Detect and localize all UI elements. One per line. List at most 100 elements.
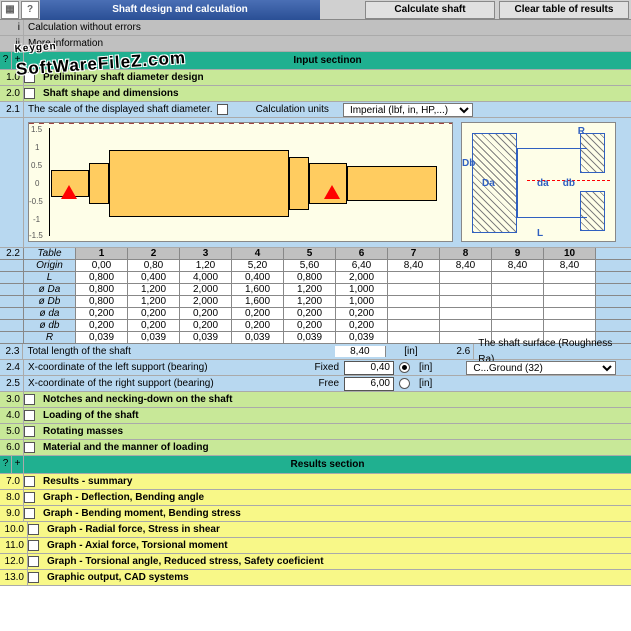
table-cell[interactable] (440, 320, 492, 331)
help-icon[interactable]: ? (21, 1, 39, 19)
table-cell[interactable]: 0,800 (284, 272, 336, 283)
row-4.0[interactable]: 4.0Loading of the shaft (0, 408, 631, 424)
table-cell[interactable]: 1,200 (284, 284, 336, 295)
table-cell[interactable]: 2,000 (180, 284, 232, 295)
table-cell[interactable]: 5,60 (284, 260, 336, 271)
table-cell[interactable]: 8,40 (544, 260, 596, 271)
row-8.0[interactable]: 8.0Graph - Deflection, Bending angle (0, 490, 631, 506)
table-cell[interactable]: 8,40 (388, 260, 440, 271)
table-cell[interactable]: 0,400 (232, 272, 284, 283)
table-cell[interactable] (388, 284, 440, 295)
table-cell[interactable]: 0,200 (76, 308, 128, 319)
table-cell[interactable] (388, 272, 440, 283)
table-row-label: ø Da (24, 284, 76, 295)
table-cell[interactable] (544, 284, 596, 295)
table-col-header: 3 (180, 248, 232, 259)
row-2.0[interactable]: 2.0 Shaft shape and dimensions (0, 86, 631, 102)
row-3.0[interactable]: 3.0Notches and necking-down on the shaft (0, 392, 631, 408)
table-col-header: 1 (76, 248, 128, 259)
table-cell[interactable]: 8,40 (440, 260, 492, 271)
table-cell[interactable] (388, 332, 440, 343)
table-cell[interactable]: 0,039 (284, 332, 336, 343)
table-cell[interactable]: 1,000 (336, 296, 388, 307)
table-cell[interactable] (440, 272, 492, 283)
checkbox-scale[interactable] (217, 104, 228, 115)
table-cell[interactable] (492, 284, 544, 295)
row-13.0[interactable]: 13.0Graphic output, CAD systems (0, 570, 631, 586)
table-cell[interactable] (492, 296, 544, 307)
table-cell[interactable]: 0,200 (284, 308, 336, 319)
table-cell[interactable]: 1,000 (336, 284, 388, 295)
table-cell[interactable]: 2,000 (180, 296, 232, 307)
table-cell[interactable]: 0,800 (76, 296, 128, 307)
table-cell[interactable] (440, 308, 492, 319)
table-cell[interactable]: 1,20 (180, 260, 232, 271)
table-cell[interactable] (492, 320, 544, 331)
table-cell[interactable] (492, 308, 544, 319)
table-cell[interactable] (440, 284, 492, 295)
table-cell[interactable]: 0,200 (76, 320, 128, 331)
table-cell[interactable] (388, 296, 440, 307)
clear-button[interactable]: Clear table of results (499, 1, 629, 19)
radio-fixed[interactable] (399, 362, 410, 373)
row-9.0[interactable]: 9.0Graph - Bending moment, Bending stres… (0, 506, 631, 522)
table-cell[interactable] (492, 272, 544, 283)
table-cell[interactable]: 0,200 (180, 308, 232, 319)
table-cell[interactable]: 0,200 (336, 320, 388, 331)
table-cell[interactable]: 1,600 (232, 284, 284, 295)
row-6.0[interactable]: 6.0Material and the manner of loading (0, 440, 631, 456)
table-cell[interactable]: 1,200 (128, 296, 180, 307)
table-col-header: 10 (544, 248, 596, 259)
table-cell[interactable]: 5,20 (232, 260, 284, 271)
table-cell[interactable] (388, 320, 440, 331)
table-cell[interactable] (544, 272, 596, 283)
table-cell[interactable]: 6,40 (336, 260, 388, 271)
table-cell[interactable]: 1,200 (284, 296, 336, 307)
units-select[interactable]: Imperial (lbf, in, HP,...) (343, 103, 473, 117)
row-2.1: 2.1 The scale of the displayed shaft dia… (0, 102, 631, 118)
table-cell[interactable]: 0,200 (180, 320, 232, 331)
row-10.0[interactable]: 10.0Graph - Radial force, Stress in shea… (0, 522, 631, 538)
table-cell[interactable] (440, 296, 492, 307)
table-col-header: 7 (388, 248, 440, 259)
table-cell[interactable]: 0,200 (128, 320, 180, 331)
table-cell[interactable]: 0,80 (128, 260, 180, 271)
table-cell[interactable]: 8,40 (492, 260, 544, 271)
table-cell[interactable]: 0,039 (76, 332, 128, 343)
table-cell[interactable]: 0,200 (232, 308, 284, 319)
left-support-input[interactable] (344, 361, 394, 375)
table-cell[interactable]: 0,200 (336, 308, 388, 319)
table-cell[interactable]: 1,200 (128, 284, 180, 295)
row-5.0[interactable]: 5.0Rotating masses (0, 424, 631, 440)
row-12.0[interactable]: 12.0Graph - Torsional angle, Reduced str… (0, 554, 631, 570)
row-7.0[interactable]: 7.0Results - summary (0, 474, 631, 490)
surface-select[interactable]: C...Ground (32) (466, 361, 616, 375)
table-cell[interactable]: 0,800 (76, 284, 128, 295)
table-cell[interactable] (544, 296, 596, 307)
table-cell[interactable]: 0,200 (232, 320, 284, 331)
table-cell[interactable]: 0,800 (76, 272, 128, 283)
table-cell[interactable] (544, 308, 596, 319)
table-row-label: R (24, 332, 76, 343)
table-cell[interactable]: 0,400 (128, 272, 180, 283)
table-cell[interactable]: 0,00 (76, 260, 128, 271)
table-cell[interactable]: 0,039 (128, 332, 180, 343)
table-cell[interactable] (388, 308, 440, 319)
right-support-input[interactable] (344, 377, 394, 391)
table-cell[interactable]: 0,039 (180, 332, 232, 343)
table-cell[interactable]: 1,600 (232, 296, 284, 307)
table-cell[interactable]: 0,039 (232, 332, 284, 343)
table-cell[interactable]: 0,200 (284, 320, 336, 331)
checkbox-icon[interactable] (24, 88, 35, 99)
table-cell[interactable]: 0,039 (336, 332, 388, 343)
table-col-header: 2 (128, 248, 180, 259)
excel-icon[interactable]: ▦ (1, 1, 19, 19)
table-cell[interactable] (544, 320, 596, 331)
row-11.0[interactable]: 11.0Graph - Axial force, Torsional momen… (0, 538, 631, 554)
dimension-diagram: R Db Da da db L (461, 122, 616, 242)
radio-free[interactable] (399, 378, 410, 389)
calculate-button[interactable]: Calculate shaft (365, 1, 495, 19)
table-cell[interactable]: 0,200 (128, 308, 180, 319)
table-cell[interactable]: 2,000 (336, 272, 388, 283)
table-cell[interactable]: 4,000 (180, 272, 232, 283)
